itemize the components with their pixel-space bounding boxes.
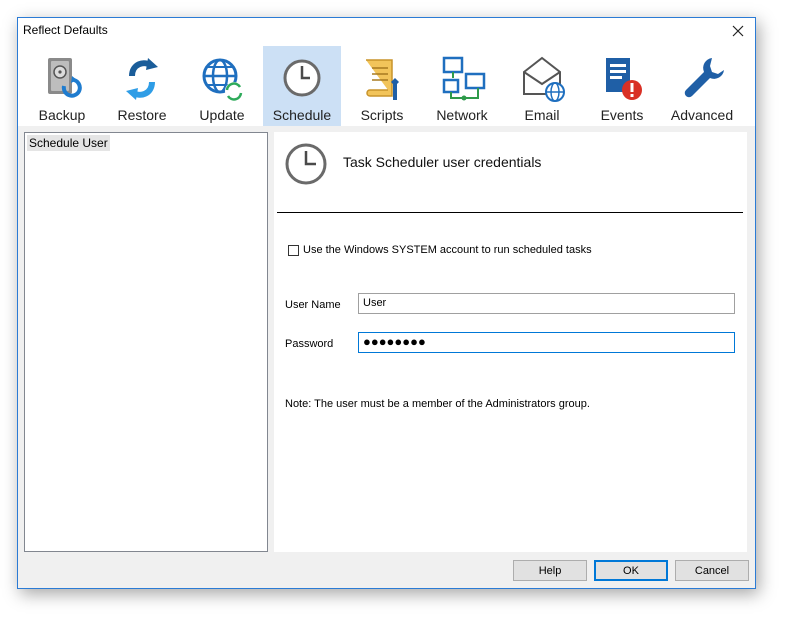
tab-scripts[interactable]: Scripts (343, 46, 421, 126)
tab-email[interactable]: Email (503, 46, 581, 126)
schedule-header-icon (285, 143, 327, 185)
page-title: Task Scheduler user credentials (343, 154, 542, 170)
tab-events-label: Events (600, 107, 644, 123)
reflect-defaults-dialog: Reflect Defaults Backup Restore Update S… (17, 17, 756, 589)
tab-update[interactable]: Update (183, 46, 261, 126)
tab-email-label: Email (524, 107, 560, 123)
system-account-checkbox[interactable] (288, 244, 299, 256)
help-button[interactable]: Help (513, 560, 587, 581)
cancel-button[interactable]: Cancel (675, 560, 749, 581)
tab-schedule-label: Schedule (272, 107, 332, 123)
password-label: Password (285, 338, 334, 350)
email-icon (523, 56, 565, 102)
update-icon (202, 58, 243, 101)
close-button[interactable] (721, 18, 755, 44)
title-bar: Reflect Defaults (18, 18, 755, 44)
admin-note: Note: The user must be a member of the A… (285, 398, 590, 410)
header-divider (277, 212, 743, 213)
schedule-icon (283, 59, 321, 97)
tab-advanced[interactable]: Advanced (663, 46, 741, 126)
category-toolbar: Backup Restore Update Schedule Scripts N… (18, 44, 755, 126)
tree-item-schedule-user[interactable]: Schedule User (27, 135, 110, 151)
tab-restore[interactable]: Restore (103, 46, 181, 126)
scripts-icon (366, 59, 399, 100)
tab-scripts-label: Scripts (360, 107, 404, 123)
system-account-label: Use the Windows SYSTEM account to run sc… (303, 244, 592, 256)
system-account-option[interactable]: Use the Windows SYSTEM account to run sc… (288, 244, 592, 256)
username-label: User Name (285, 299, 341, 311)
tab-backup[interactable]: Backup (23, 46, 101, 126)
settings-panel: Task Scheduler user credentials Use the … (274, 132, 747, 552)
tab-restore-label: Restore (117, 107, 167, 123)
tab-schedule[interactable]: Schedule (263, 46, 341, 126)
ok-button[interactable]: OK (594, 560, 668, 581)
tab-advanced-label: Advanced (670, 107, 734, 123)
tab-network-label: Network (436, 107, 488, 123)
settings-tree: Schedule User (24, 132, 268, 552)
window-title: Reflect Defaults (23, 23, 108, 37)
backup-icon (48, 58, 82, 98)
password-field[interactable]: ●●●●●●●● (358, 332, 735, 353)
tab-network[interactable]: Network (423, 46, 501, 126)
restore-icon (126, 58, 158, 100)
tab-update-label: Update (199, 107, 245, 123)
network-icon (442, 56, 486, 101)
tab-events[interactable]: Events (583, 46, 661, 126)
close-icon (732, 25, 744, 37)
events-icon (606, 58, 642, 100)
username-field[interactable]: User (358, 293, 735, 314)
advanced-icon (684, 58, 724, 98)
tab-backup-label: Backup (38, 107, 86, 123)
